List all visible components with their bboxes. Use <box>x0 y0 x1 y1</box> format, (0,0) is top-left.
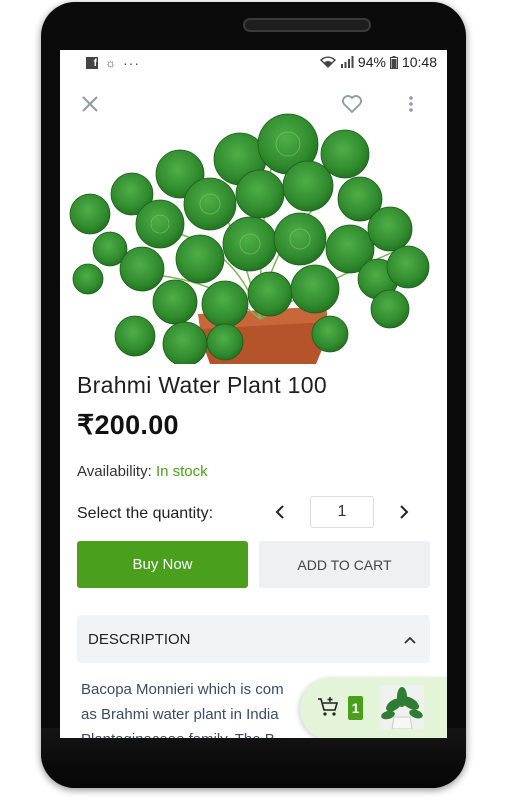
status-right: 94% 10:48 <box>319 54 437 70</box>
signal-icon <box>340 56 354 68</box>
cart-add-icon <box>317 696 339 723</box>
quantity-input[interactable]: 1 <box>310 496 374 528</box>
product-title: Brahmi Water Plant 100 <box>77 372 327 398</box>
more-notifications-icon: ··· <box>123 55 140 71</box>
battery-icon <box>389 55 398 69</box>
clock: 10:48 <box>401 54 437 70</box>
facebook-icon: f <box>86 57 98 69</box>
floating-cart[interactable]: 1 <box>300 677 447 738</box>
more-vert-icon[interactable] <box>408 94 414 118</box>
availability-status: In stock <box>155 463 208 480</box>
quantity-label: Select the quantity: <box>77 505 214 522</box>
cart-item-thumbnail <box>380 685 424 730</box>
close-icon[interactable] <box>80 94 100 118</box>
wifi-icon <box>319 56 336 68</box>
product-image[interactable] <box>60 74 447 367</box>
product-price: ₹200.00 <box>77 410 179 440</box>
app-screen: f ☼ ··· 94% 10:48 Brahmi Water Plant 100… <box>60 50 447 738</box>
cart-count-badge: 1 <box>348 696 363 720</box>
availability-label: Availability: <box>77 463 152 480</box>
plant-illustration <box>69 113 430 367</box>
description-accordion[interactable]: DESCRIPTION <box>77 615 430 663</box>
phone-speaker <box>243 18 371 32</box>
add-to-cart-button[interactable]: ADD TO CART <box>259 541 430 588</box>
description-header-label: DESCRIPTION <box>88 630 191 648</box>
battery-percent: 94% <box>357 54 386 70</box>
status-bar: f ☼ ··· 94% 10:48 <box>60 50 447 74</box>
availability: Availability: In stock <box>77 463 208 480</box>
chevron-left-icon[interactable] <box>268 498 292 526</box>
buy-now-button[interactable]: Buy Now <box>77 541 248 588</box>
weather-icon: ☼ <box>105 56 116 70</box>
chevron-up-icon <box>404 631 416 648</box>
status-left: f ☼ ··· <box>86 55 140 71</box>
chevron-right-icon[interactable] <box>392 498 416 526</box>
heart-icon[interactable] <box>341 94 363 118</box>
